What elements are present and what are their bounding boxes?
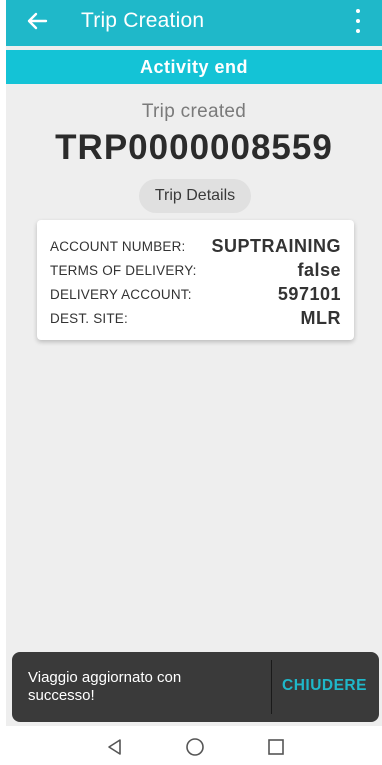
snackbar: Viaggio aggiornato con successo! CHIUDER… — [12, 652, 379, 722]
detail-value: SUPTRAINING — [211, 235, 341, 256]
trip-id: TRP0000008559 — [55, 128, 333, 167]
more-vertical-icon[interactable] — [354, 9, 362, 33]
trip-status: Trip created — [141, 101, 247, 122]
app-bar: Trip Creation — [6, 0, 382, 46]
back-arrow-icon[interactable] — [24, 8, 50, 34]
trip-details-button[interactable]: Trip Details — [139, 179, 251, 213]
circle-home-icon[interactable] — [184, 736, 206, 758]
detail-label: DELIVERY ACCOUNT: — [50, 286, 192, 302]
detail-row-account-number: ACCOUNT NUMBER: SUPTRAINING — [50, 234, 341, 258]
snackbar-divider — [271, 660, 272, 714]
system-nav-bar — [6, 726, 382, 765]
detail-value: 597101 — [277, 283, 341, 304]
detail-value: false — [297, 259, 341, 280]
trip-details-card: ACCOUNT NUMBER: SUPTRAINING TERMS OF DEL… — [37, 220, 354, 340]
detail-value: MLR — [300, 307, 341, 328]
snackbar-close-button[interactable]: CHIUDERE — [282, 677, 367, 695]
detail-row-terms-of-delivery: TERMS OF DELIVERY: false — [50, 258, 341, 282]
detail-label: TERMS OF DELIVERY: — [50, 262, 197, 278]
detail-row-delivery-account: DELIVERY ACCOUNT: 597101 — [50, 282, 341, 306]
snackbar-message: Viaggio aggiornato con successo! — [28, 669, 182, 704]
detail-label: ACCOUNT NUMBER: — [50, 238, 186, 254]
activity-header: Activity end — [6, 50, 382, 84]
detail-label: DEST. SITE: — [50, 310, 128, 326]
square-recents-icon[interactable] — [265, 736, 287, 758]
app-bar-title: Trip Creation — [81, 9, 205, 32]
triangle-back-icon[interactable] — [104, 736, 126, 758]
screen: Trip Creation Activity end Trip created … — [6, 0, 382, 765]
detail-row-dest-site: DEST. SITE: MLR — [50, 306, 341, 330]
